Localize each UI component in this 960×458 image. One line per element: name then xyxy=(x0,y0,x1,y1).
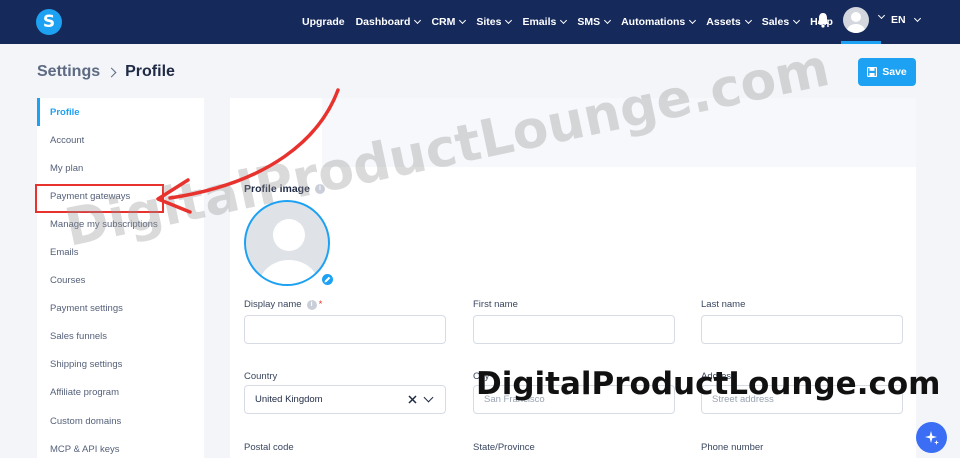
city-label: City xyxy=(473,371,490,382)
sidebar-item-payment-settings[interactable]: Payment settings xyxy=(37,295,204,323)
sidebar-item-mcp-api-keys[interactable]: MCP & API keys xyxy=(37,435,204,458)
chevron-down-icon xyxy=(604,16,612,25)
sidebar-item-sales-funnels[interactable]: Sales funnels xyxy=(37,323,204,351)
display-name-input[interactable] xyxy=(244,315,446,344)
chevron-down-icon xyxy=(560,16,568,25)
info-icon[interactable]: i xyxy=(314,184,325,194)
nav-sales-label: Sales xyxy=(761,16,790,28)
chevron-down-icon xyxy=(414,16,422,25)
country-select[interactable]: United Kingdom xyxy=(244,385,446,414)
sidebar-item-account[interactable]: Account xyxy=(37,126,204,154)
breadcrumb: Settings Profile xyxy=(37,63,175,81)
phone-number-label: Phone number xyxy=(701,442,764,453)
chevron-down-icon[interactable] xyxy=(877,11,886,20)
save-button-label: Save xyxy=(882,66,907,78)
nav-crm-label: CRM xyxy=(431,16,456,28)
language-label: EN xyxy=(891,14,906,26)
chevron-down-icon xyxy=(689,16,697,25)
settings-sidebar: Profile Account My plan Payment gateways… xyxy=(37,98,204,458)
chevron-down-icon xyxy=(793,16,801,25)
chevron-down-icon xyxy=(744,16,752,25)
nav-assets-label: Assets xyxy=(706,16,741,28)
profile-form-panel: Profile image i Display name i * First na… xyxy=(230,98,916,458)
chevron-down-icon xyxy=(505,16,513,25)
language-selector[interactable]: EN xyxy=(891,14,921,26)
first-name-input[interactable] xyxy=(473,315,675,344)
sidebar-item-my-plan[interactable]: My plan xyxy=(37,154,204,182)
avatar-active-indicator xyxy=(841,41,881,44)
address-label: Address xyxy=(701,371,736,382)
nav-sites-label: Sites xyxy=(476,16,502,28)
chevron-down-icon[interactable] xyxy=(423,392,434,403)
chevron-down-icon xyxy=(459,16,467,25)
tab-band xyxy=(230,98,916,167)
profile-image[interactable] xyxy=(244,200,330,286)
nav-upgrade-label: Upgrade xyxy=(302,16,345,28)
chevron-right-icon xyxy=(106,67,117,77)
last-name-input[interactable] xyxy=(701,315,903,344)
sidebar-item-emails[interactable]: Emails xyxy=(37,238,204,266)
sidebar-item-shipping-settings[interactable]: Shipping settings xyxy=(37,351,204,379)
edit-pencil-icon[interactable] xyxy=(320,272,335,287)
address-input[interactable]: Street address xyxy=(701,385,903,414)
profile-image-label: Profile image xyxy=(244,183,310,195)
nav-sales[interactable]: Sales xyxy=(761,16,801,28)
sidebar-item-affiliate-program[interactable]: Affiliate program xyxy=(37,379,204,407)
sidebar-item-courses[interactable]: Courses xyxy=(37,267,204,295)
city-placeholder: San Francisco xyxy=(484,394,545,405)
nav-assets[interactable]: Assets xyxy=(706,16,752,28)
save-button[interactable]: Save xyxy=(858,58,916,86)
country-value: United Kingdom xyxy=(255,394,323,405)
nav-automations-label: Automations xyxy=(621,16,686,28)
display-name-label: Display name i * xyxy=(244,299,322,310)
info-icon[interactable]: i xyxy=(306,299,317,310)
nav-dashboard-label: Dashboard xyxy=(355,16,411,28)
nav-sms[interactable]: SMS xyxy=(577,16,612,28)
sparkle-icon xyxy=(924,430,939,445)
main-nav: Upgrade Dashboard CRM Sites Emails SMS A… xyxy=(302,0,844,44)
user-avatar[interactable] xyxy=(843,7,869,33)
address-placeholder: Street address xyxy=(712,394,774,405)
ai-assistant-button[interactable] xyxy=(916,422,947,453)
city-input[interactable]: San Francisco xyxy=(473,385,675,414)
top-navbar: S Upgrade Dashboard CRM Sites Emails SMS… xyxy=(0,0,960,44)
postal-code-label: Postal code xyxy=(244,442,294,453)
default-avatar-icon xyxy=(259,219,319,284)
country-label: Country xyxy=(244,371,278,382)
breadcrumb-settings[interactable]: Settings xyxy=(37,63,100,81)
nav-crm[interactable]: CRM xyxy=(431,16,467,28)
chevron-down-icon xyxy=(913,14,921,23)
nav-automations[interactable]: Automations xyxy=(621,16,697,28)
nav-sms-label: SMS xyxy=(577,16,601,28)
sidebar-item-manage-subscriptions[interactable]: Manage my subscriptions xyxy=(37,210,204,238)
nav-sites[interactable]: Sites xyxy=(476,16,513,28)
profile-image-heading: Profile image i xyxy=(244,183,325,195)
sidebar-item-profile[interactable]: Profile xyxy=(37,98,204,127)
nav-emails[interactable]: Emails xyxy=(522,16,568,28)
last-name-label: Last name xyxy=(701,299,746,310)
state-province-label: State/Province xyxy=(473,442,535,453)
app-logo[interactable]: S xyxy=(36,9,62,35)
tab-active[interactable] xyxy=(230,98,322,167)
nav-upgrade[interactable]: Upgrade xyxy=(302,16,345,28)
nav-emails-label: Emails xyxy=(522,16,557,28)
bell-icon[interactable] xyxy=(816,12,830,28)
display-name-label-text: Display name xyxy=(244,299,302,310)
nav-dashboard[interactable]: Dashboard xyxy=(355,16,422,28)
first-name-label: First name xyxy=(473,299,518,310)
sidebar-item-custom-domains[interactable]: Custom domains xyxy=(37,407,204,435)
save-icon xyxy=(867,67,878,77)
page-title: Profile xyxy=(125,63,175,80)
annotation-highlight-box xyxy=(35,184,164,213)
required-marker: * xyxy=(318,299,323,310)
clear-icon[interactable] xyxy=(408,395,417,404)
